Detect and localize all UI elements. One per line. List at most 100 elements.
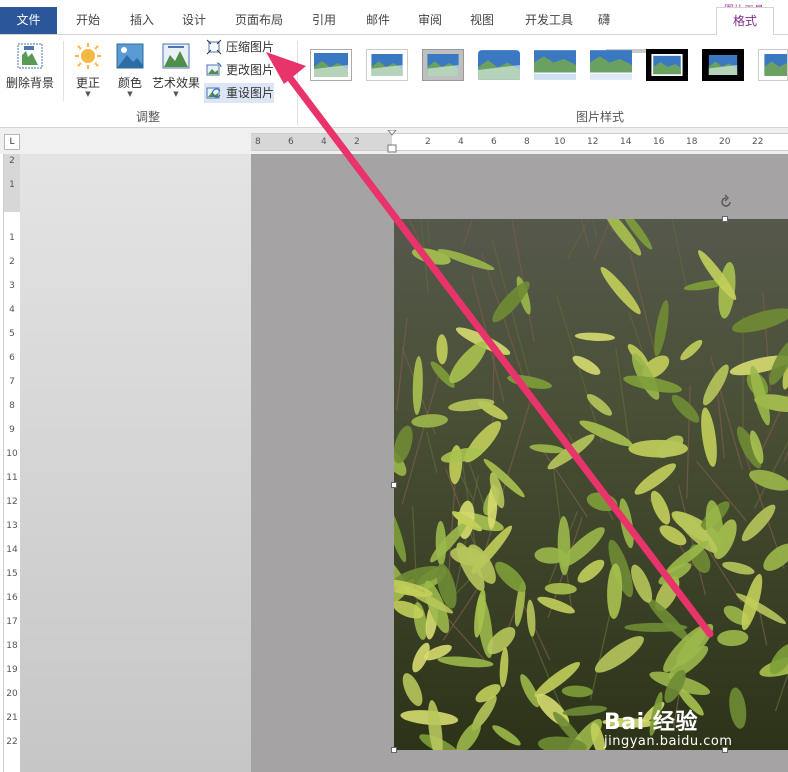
ruler-tick: 12 bbox=[587, 137, 599, 147]
tab-selector[interactable]: L bbox=[4, 134, 20, 150]
tab-review[interactable]: 审阅 bbox=[408, 7, 452, 34]
chevron-down-icon: ▼ bbox=[85, 90, 91, 98]
change-picture-button[interactable]: 更改图片 bbox=[204, 60, 274, 80]
ruler-tick: 18 bbox=[686, 137, 698, 147]
resize-handle-bottom-left[interactable] bbox=[391, 747, 397, 753]
chevron-down-icon: ▼ bbox=[127, 90, 133, 98]
ruler-row: L 8 6 4 2 2 4 6 8 10 12 14 16 18 20 22 bbox=[0, 128, 788, 154]
ruler-tick: 1 bbox=[9, 180, 15, 190]
tab-insert[interactable]: 插入 bbox=[120, 7, 164, 34]
ruler-tick: 13 bbox=[6, 521, 18, 531]
style-thumb-icon bbox=[478, 50, 520, 80]
picture-style-thick-black[interactable] bbox=[702, 49, 744, 81]
resize-handle-top[interactable] bbox=[722, 216, 728, 222]
ruler-tick: 11 bbox=[6, 473, 18, 483]
rotate-handle-icon[interactable] bbox=[718, 194, 734, 210]
ruler-tick: 15 bbox=[6, 569, 18, 579]
tab-references[interactable]: 引用 bbox=[302, 7, 346, 34]
ruler-tick: 20 bbox=[719, 137, 731, 147]
ruler-tick: 2 bbox=[9, 156, 15, 166]
ruler-tick: 8 bbox=[524, 137, 530, 147]
tab-file[interactable]: 文件 bbox=[0, 7, 57, 34]
picture-style-partial[interactable] bbox=[758, 49, 788, 81]
change-picture-label: 更改图片 bbox=[226, 63, 275, 77]
ruler-tick: 2 bbox=[354, 137, 360, 147]
picture-style-rounded[interactable] bbox=[478, 49, 520, 81]
style-thumb-icon bbox=[708, 55, 738, 75]
tab-developer[interactable]: 开发工具 bbox=[512, 7, 586, 34]
ruler-tick: 4 bbox=[9, 305, 15, 315]
ruler-tick: 10 bbox=[6, 449, 18, 459]
color-label: 颜色 bbox=[117, 76, 142, 90]
divider bbox=[297, 41, 298, 125]
divider bbox=[63, 41, 64, 101]
remove-background-button[interactable]: 删除背景 bbox=[4, 41, 56, 91]
chevron-down-icon: ▼ bbox=[173, 90, 179, 98]
compress-icon bbox=[206, 39, 222, 55]
tab-view[interactable]: 视图 bbox=[460, 7, 504, 34]
ruler-tick: 22 bbox=[752, 137, 764, 147]
tab-design[interactable]: 设计 bbox=[172, 7, 216, 34]
ruler-tick: 14 bbox=[6, 545, 18, 555]
artistic-effects-label: 艺术效果 bbox=[151, 76, 200, 90]
ruler-tick: 4 bbox=[321, 137, 327, 147]
ruler-tick: 21 bbox=[6, 713, 18, 723]
ruler-tick: 5 bbox=[9, 329, 15, 339]
picture-style-reflected[interactable] bbox=[534, 49, 576, 81]
watermark-url: jingyan.baidu.com bbox=[604, 734, 733, 749]
vertical-ruler[interactable]: 2 1 1 2 3 4 5 6 7 8 9 10 11 12 13 14 15 … bbox=[3, 154, 21, 772]
artistic-effects-icon bbox=[162, 43, 190, 69]
color-button[interactable]: 颜色 ▼ bbox=[110, 41, 150, 98]
style-thumb-icon bbox=[371, 54, 403, 76]
ruler-tick: 9 bbox=[9, 425, 15, 435]
tab-mailings[interactable]: 邮件 bbox=[356, 7, 400, 34]
picture-style-metal-frame[interactable] bbox=[422, 49, 464, 81]
style-thumb-icon bbox=[590, 50, 632, 80]
reset-picture-label: 重设图片 bbox=[226, 86, 275, 100]
ruler-tick: 16 bbox=[653, 137, 665, 147]
reset-picture-icon bbox=[206, 87, 221, 99]
sun-icon bbox=[75, 43, 101, 69]
artistic-effects-button[interactable]: 艺术效果 ▼ bbox=[150, 41, 202, 98]
style-thumb-icon bbox=[651, 54, 683, 76]
ruler-tick: 10 bbox=[554, 137, 566, 147]
ruler-tick: 2 bbox=[9, 257, 15, 267]
ruler-tick: 6 bbox=[491, 137, 497, 147]
ruler-tick: 20 bbox=[6, 689, 18, 699]
document-background bbox=[20, 154, 251, 772]
ruler-tick: 6 bbox=[288, 137, 294, 147]
remove-background-icon bbox=[17, 43, 43, 69]
picture-style-soft-reflection[interactable] bbox=[590, 49, 632, 81]
tab-overflow[interactable]: 礴 bbox=[594, 7, 614, 34]
selected-picture[interactable] bbox=[394, 219, 788, 750]
reset-picture-button[interactable]: 重设图片 bbox=[204, 83, 275, 103]
resize-handle-left[interactable] bbox=[391, 482, 397, 488]
picture-style-soft-edge[interactable] bbox=[366, 49, 408, 81]
picture-style-black-frame[interactable] bbox=[646, 49, 688, 81]
ruler-tick: 4 bbox=[458, 137, 464, 147]
ruler-tick: 3 bbox=[9, 281, 15, 291]
ruler-tick: 19 bbox=[6, 665, 18, 675]
picture-styles-group-label: 图片样式 bbox=[576, 110, 625, 124]
corrections-button[interactable]: 更正 ▼ bbox=[68, 41, 108, 98]
ruler-tick: 2 bbox=[425, 137, 431, 147]
ribbon: 删除背景 更正 ▼ 颜色 ▼ 艺术效果 ▼ 压缩图片 更改图片 重设图片 调整 … bbox=[0, 35, 788, 128]
picture-color-icon bbox=[116, 43, 144, 69]
baidu-watermark: Bai 经验 jingyan.baidu.com bbox=[604, 704, 732, 749]
change-picture-icon bbox=[206, 62, 222, 76]
indent-marker-icon[interactable] bbox=[387, 130, 397, 154]
compress-pictures-button[interactable]: 压缩图片 bbox=[204, 37, 274, 57]
remove-background-label: 删除背景 bbox=[5, 76, 54, 90]
ruler-tick: 16 bbox=[6, 593, 18, 603]
ruler-tick: 8 bbox=[9, 401, 15, 411]
horizontal-ruler[interactable]: 8 6 4 2 2 4 6 8 10 12 14 16 18 20 22 bbox=[251, 130, 788, 154]
ruler-tick: 1 bbox=[9, 233, 15, 243]
tab-page-layout[interactable]: 页面布局 bbox=[226, 7, 292, 34]
ruler-tick: 8 bbox=[255, 137, 261, 147]
tab-format[interactable]: 格式 bbox=[716, 7, 774, 36]
ruler-tick: 17 bbox=[6, 617, 18, 627]
style-thumb-icon bbox=[314, 53, 348, 77]
compress-pictures-label: 压缩图片 bbox=[226, 40, 275, 54]
tab-home[interactable]: 开始 bbox=[66, 7, 110, 34]
picture-style-simple-frame[interactable] bbox=[310, 49, 352, 81]
